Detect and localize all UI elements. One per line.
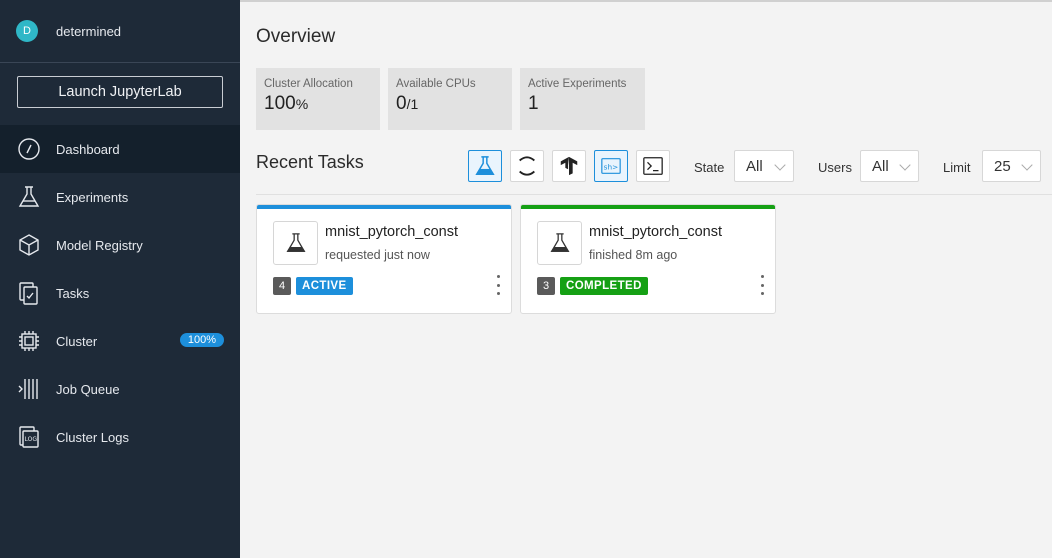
limit-filter-select[interactable]: 25 bbox=[982, 150, 1041, 182]
sidebar-item-model-registry[interactable]: Model Registry bbox=[0, 221, 240, 269]
sidebar-item-cluster-logs[interactable]: LOG Cluster Logs bbox=[0, 413, 240, 461]
flask-icon bbox=[550, 233, 569, 252]
overview-title: Overview bbox=[256, 26, 336, 47]
command-icon bbox=[643, 157, 663, 175]
sidebar-item-label: Dashboard bbox=[56, 141, 120, 157]
sidebar-item-cluster[interactable]: Cluster 100% bbox=[0, 317, 240, 365]
sidebar: D determined Launch JupyterLab Dashboard… bbox=[0, 0, 240, 558]
limit-filter-label: Limit bbox=[943, 160, 971, 175]
card-title[interactable]: mnist_pytorch_const bbox=[325, 224, 458, 240]
section-divider bbox=[256, 194, 1052, 195]
users-filter-select[interactable]: All bbox=[860, 150, 919, 182]
stat-label: Available CPUs bbox=[396, 78, 476, 90]
recent-tasks-title: Recent Tasks bbox=[256, 152, 364, 172]
launch-jupyterlab-button[interactable]: Launch JupyterLab bbox=[17, 76, 223, 108]
stat-value: 100% bbox=[264, 93, 309, 114]
filter-command-button[interactable] bbox=[636, 150, 670, 182]
card-status-bar bbox=[521, 205, 775, 209]
state-filter-select[interactable]: All bbox=[734, 150, 794, 182]
dashboard-icon bbox=[16, 136, 42, 162]
shell-icon: sh> bbox=[601, 158, 621, 174]
user-name: determined bbox=[56, 23, 122, 39]
stat-cluster-allocation: Cluster Allocation 100% bbox=[256, 68, 380, 130]
filter-notebook-button[interactable] bbox=[510, 150, 544, 182]
experiment-icon bbox=[475, 156, 495, 175]
chevron-down-icon bbox=[899, 159, 911, 171]
flask-icon bbox=[16, 184, 42, 210]
cluster-usage-badge: 100% bbox=[179, 333, 224, 347]
stat-active-experiments: Active Experiments 1 bbox=[520, 68, 645, 130]
sidebar-item-tasks[interactable]: Tasks bbox=[0, 269, 240, 317]
filter-experiment-button[interactable] bbox=[468, 150, 502, 182]
card-title[interactable]: mnist_pytorch_const bbox=[589, 224, 722, 240]
logs-icon: LOG bbox=[16, 424, 42, 450]
filter-tensorboard-button[interactable] bbox=[552, 150, 586, 182]
avatar: D bbox=[16, 20, 38, 42]
chevron-down-icon bbox=[1021, 159, 1033, 171]
chevron-down-icon bbox=[774, 159, 786, 171]
sidebar-item-job-queue[interactable]: Job Queue bbox=[0, 365, 240, 413]
sidebar-item-dashboard[interactable]: Dashboard bbox=[0, 125, 240, 173]
stat-value: 0/1 bbox=[396, 93, 419, 114]
state-filter-label: State bbox=[694, 160, 725, 175]
stat-label: Cluster Allocation bbox=[264, 78, 353, 90]
filter-shell-button[interactable]: sh> bbox=[594, 150, 628, 182]
tasks-icon bbox=[16, 280, 42, 306]
card-type-icon bbox=[537, 221, 582, 265]
svg-text:LOG: LOG bbox=[25, 436, 38, 443]
sidebar-item-experiments[interactable]: Experiments bbox=[0, 173, 240, 221]
card-subtitle: finished 8m ago bbox=[589, 248, 678, 262]
sidebar-item-label: Tasks bbox=[56, 285, 90, 301]
sidebar-item-label: Model Registry bbox=[56, 237, 143, 253]
users-filter-value: All bbox=[872, 157, 889, 175]
status-badge: COMPLETED bbox=[560, 277, 648, 295]
card-count-badge: 3 bbox=[537, 277, 555, 295]
task-card[interactable]: mnist_pytorch_const finished 8m ago 3 CO… bbox=[520, 204, 776, 314]
card-type-icon bbox=[273, 221, 318, 265]
task-card[interactable]: mnist_pytorch_const requested just now 4… bbox=[256, 204, 512, 314]
status-badge: ACTIVE bbox=[296, 277, 353, 295]
notebook-icon bbox=[519, 156, 535, 176]
cube-icon bbox=[16, 232, 42, 258]
sidebar-item-label: Experiments bbox=[56, 189, 129, 205]
card-count-badge: 4 bbox=[273, 277, 291, 295]
limit-filter-value: 25 bbox=[994, 157, 1011, 175]
user-menu[interactable]: D determined bbox=[0, 0, 240, 62]
queue-icon bbox=[16, 376, 42, 402]
flask-icon bbox=[286, 233, 305, 252]
sidebar-item-label: Cluster Logs bbox=[56, 429, 129, 445]
stat-label: Active Experiments bbox=[528, 78, 627, 90]
main-content: Overview Cluster Allocation 100% Availab… bbox=[240, 2, 1052, 558]
chip-icon bbox=[16, 328, 42, 354]
sidebar-item-label: Cluster bbox=[56, 333, 98, 349]
card-status-bar bbox=[257, 205, 511, 209]
card-subtitle: requested just now bbox=[325, 248, 430, 262]
users-filter-label: Users bbox=[818, 160, 852, 175]
more-options-icon[interactable] bbox=[494, 275, 502, 295]
sidebar-item-label: Job Queue bbox=[56, 381, 120, 397]
tensorboard-icon bbox=[560, 156, 578, 176]
stat-value: 1 bbox=[528, 93, 539, 114]
more-options-icon[interactable] bbox=[758, 275, 766, 295]
svg-text:sh>: sh> bbox=[604, 163, 619, 172]
stat-available-cpus: Available CPUs 0/1 bbox=[388, 68, 512, 130]
state-filter-value: All bbox=[746, 157, 763, 175]
